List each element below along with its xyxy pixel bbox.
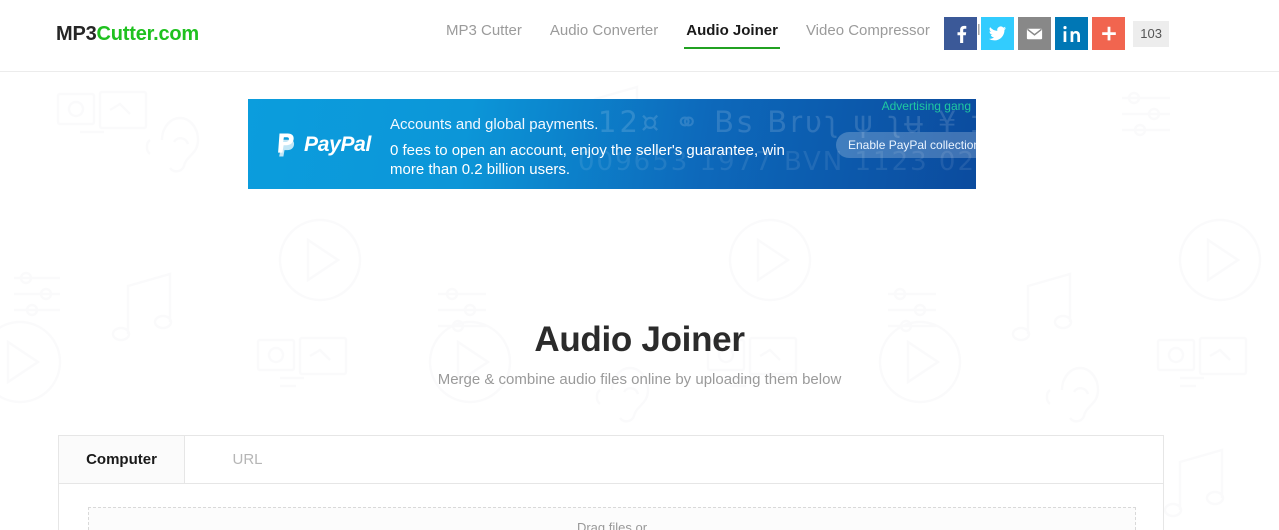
page-subtitle: Merge & combine audio files online by up… (437, 371, 842, 388)
linkedin-icon[interactable] (1055, 17, 1089, 50)
ad-headline: Accounts and global payments. (390, 116, 599, 133)
twitter-icon[interactable] (981, 17, 1015, 50)
facebook-icon[interactable] (944, 17, 978, 50)
enable-paypal-collection-button[interactable]: Enable PayPal collection (836, 132, 976, 158)
sliders-icon (14, 271, 60, 317)
paypal-wordmark: PayPal (304, 133, 372, 156)
social-share-bar: 103 (944, 17, 1169, 50)
main-navigation: MP3 Cutter Audio Converter Audio Joiner … (432, 22, 1003, 49)
advertising-label[interactable]: Advertising gang (882, 99, 971, 113)
play-circle-icon (728, 218, 812, 302)
paypal-p-icon (278, 133, 295, 157)
plus-share-icon[interactable] (1092, 17, 1126, 50)
file-dropzone[interactable]: Drag files or Choose Files (88, 507, 1136, 530)
share-count-badge[interactable]: 103 (1133, 20, 1169, 47)
site-header: MP3Cutter.com MP3 Cutter Audio Converter… (0, 0, 1279, 72)
nav-item-mp3-cutter[interactable]: MP3 Cutter (432, 22, 536, 49)
brand-logo-part-cutter: Cutter (96, 23, 154, 45)
upload-source-tabs: Computer URL (59, 436, 1163, 484)
brand-logo-part-mp3: MP3 (56, 23, 97, 45)
play-circle-icon (278, 218, 362, 302)
brand-logo-part-domain: .com (153, 23, 200, 45)
brand-logo[interactable]: MP3Cutter.com (56, 23, 199, 46)
nav-item-audio-joiner[interactable]: Audio Joiner (672, 22, 792, 49)
sliders-icon (1122, 91, 1170, 137)
play-circle-icon (1178, 218, 1262, 302)
monitor-icon (56, 90, 148, 134)
email-icon[interactable] (1018, 17, 1052, 50)
ear-listening-icon (145, 116, 200, 173)
nav-item-video-compressor[interactable]: Video Compressor (792, 22, 944, 49)
paypal-ad-banner[interactable]: 12¤ ⚭ Bs Brυʅ ψ ʅʉ ¥ ʇɔ| Ŧ Ŧ 009653 1977… (248, 99, 976, 189)
page-title: Audio Joiner (534, 320, 745, 359)
tab-computer[interactable]: Computer (59, 436, 185, 483)
nav-item-audio-converter[interactable]: Audio Converter (536, 22, 672, 49)
ad-subtext: 0 fees to open an account, enjoy the sel… (390, 142, 785, 178)
tab-url[interactable]: URL (185, 436, 311, 483)
paypal-logo: PayPal (274, 132, 371, 158)
upload-card: Computer URL Drag files or Choose Files (58, 435, 1164, 530)
dropzone-hint-text: Drag files or (576, 520, 648, 530)
music-note-icon (1163, 448, 1225, 518)
